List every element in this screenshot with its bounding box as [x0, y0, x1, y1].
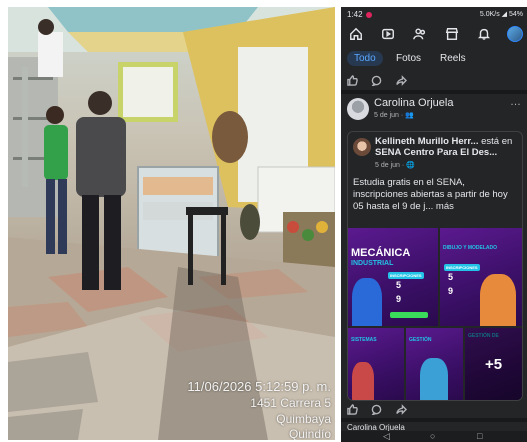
facebook-navbar — [341, 23, 527, 45]
shared-post-text: Estudia gratis en el SENA, inscripciones… — [353, 177, 508, 212]
post-meta: 5 de jun · 👥 — [374, 112, 414, 119]
android-nav-bar: ◁ ○ □ — [341, 431, 527, 442]
phone-screenshot: 1:42 5.0K/s ◢ 54% Todo Fotos Reels Carol… — [341, 7, 527, 442]
flyer-date-start: 5 — [396, 280, 402, 290]
post-author[interactable]: Carolina Orjuela — [374, 97, 453, 109]
flyer-dibujo-title: DIBUJO Y MODELADO — [443, 245, 497, 251]
more-options-icon[interactable]: … — [510, 96, 521, 108]
shared-place[interactable]: SENA Centro Para El Des... — [375, 147, 497, 158]
post-header: Carolina Orjuela 5 de jun · 👥 … — [347, 96, 523, 130]
home-button-icon[interactable]: ○ — [430, 432, 435, 441]
shared-author[interactable]: Kellineth Murillo Herr... — [375, 136, 478, 147]
friends-icon[interactable] — [411, 25, 429, 43]
store-scene-illustration — [8, 7, 335, 440]
status-time: 1:42 — [347, 10, 363, 19]
share-icon[interactable] — [396, 73, 408, 86]
shared-post-card[interactable]: Kellineth Murillo Herr... está en SENA C… — [347, 131, 523, 401]
tab-todo[interactable]: Todo — [347, 51, 383, 66]
comment-icon[interactable] — [371, 402, 383, 416]
like-icon[interactable] — [347, 402, 359, 415]
flyer-gestion-person — [420, 358, 448, 400]
flyer-sistemas[interactable]: SISTEMAS — [348, 328, 404, 400]
post-actions — [347, 402, 523, 416]
flyer-dibujo-person — [480, 274, 516, 326]
back-icon[interactable]: ◁ — [383, 432, 390, 441]
flyer-mecanica[interactable]: MECÁNICA INDUSTRIAL INSCRIPCIONES 5 9 — [348, 228, 438, 326]
feed-divider — [341, 90, 527, 94]
flyer-sistemas-person — [352, 362, 374, 400]
filter-tabs: Todo Fotos Reels — [341, 49, 527, 69]
flyer-sistemas-title: SISTEMAS — [351, 337, 377, 343]
share-icon[interactable] — [396, 402, 408, 415]
like-icon[interactable] — [347, 73, 359, 86]
shared-post-meta: 5 de jun · 🌐 — [375, 162, 415, 169]
home-icon[interactable] — [347, 25, 365, 43]
flyer-cta — [390, 312, 428, 318]
more-photos-overlay[interactable]: +5 — [465, 328, 522, 400]
flyer-dibujo[interactable]: DIBUJO Y MODELADO INSCRIPCIONES 5 9 — [440, 228, 522, 326]
flyer-person — [352, 278, 382, 326]
video-icon[interactable] — [379, 25, 397, 43]
flyer-mecanica-title: MECÁNICA — [351, 247, 411, 259]
profile-avatar[interactable] — [507, 26, 523, 42]
photo-region: Quindío — [288, 427, 331, 440]
store-photo: 11/06/2026 5:12:59 p. m. 1451 Carrera 5 … — [8, 7, 335, 440]
author-avatar[interactable] — [347, 98, 369, 120]
shared-action: está en — [478, 136, 513, 147]
status-bar: 1:42 5.0K/s ◢ 54% — [341, 7, 527, 21]
photo-timestamp: 11/06/2026 5:12:59 p. m. — [187, 379, 331, 394]
flyer-gestion-title: GESTIÓN — [409, 337, 432, 343]
marketplace-icon[interactable] — [443, 25, 461, 43]
bell-icon[interactable] — [475, 25, 493, 43]
shared-author-avatar[interactable] — [353, 138, 371, 156]
flyer-dibujo-date-end: 9 — [448, 286, 454, 296]
flyer-dibujo-date-start: 5 — [448, 272, 454, 282]
recents-icon[interactable]: □ — [477, 432, 482, 441]
flyer-date-end: 9 — [396, 294, 402, 304]
comment-icon[interactable] — [371, 73, 383, 87]
flyer-mecanica-subtitle: INDUSTRIAL — [351, 260, 394, 267]
flyer-gestion-de[interactable]: GESTIÓN DE +5 — [465, 328, 522, 400]
flyer-dibujo-badge: INSCRIPCIONES — [444, 264, 480, 271]
flyer-badge: INSCRIPCIONES — [388, 272, 424, 279]
status-indicators: 5.0K/s ◢ 54% — [479, 11, 523, 18]
flyer-gallery: MECÁNICA INDUSTRIAL INSCRIPCIONES 5 9 DI… — [348, 228, 522, 400]
notification-dot-icon — [365, 11, 372, 18]
prev-post-actions — [347, 73, 416, 87]
feed-divider-2 — [341, 418, 527, 422]
shared-post-heading: Kellineth Murillo Herr... está en SENA C… — [375, 136, 519, 158]
flyer-gestion[interactable]: GESTIÓN — [406, 328, 463, 400]
tab-reels[interactable]: Reels — [433, 51, 473, 66]
photo-address: 1451 Carrera 5 — [250, 396, 331, 410]
photo-city: Quimbaya — [276, 412, 331, 426]
tab-fotos[interactable]: Fotos — [389, 51, 428, 66]
